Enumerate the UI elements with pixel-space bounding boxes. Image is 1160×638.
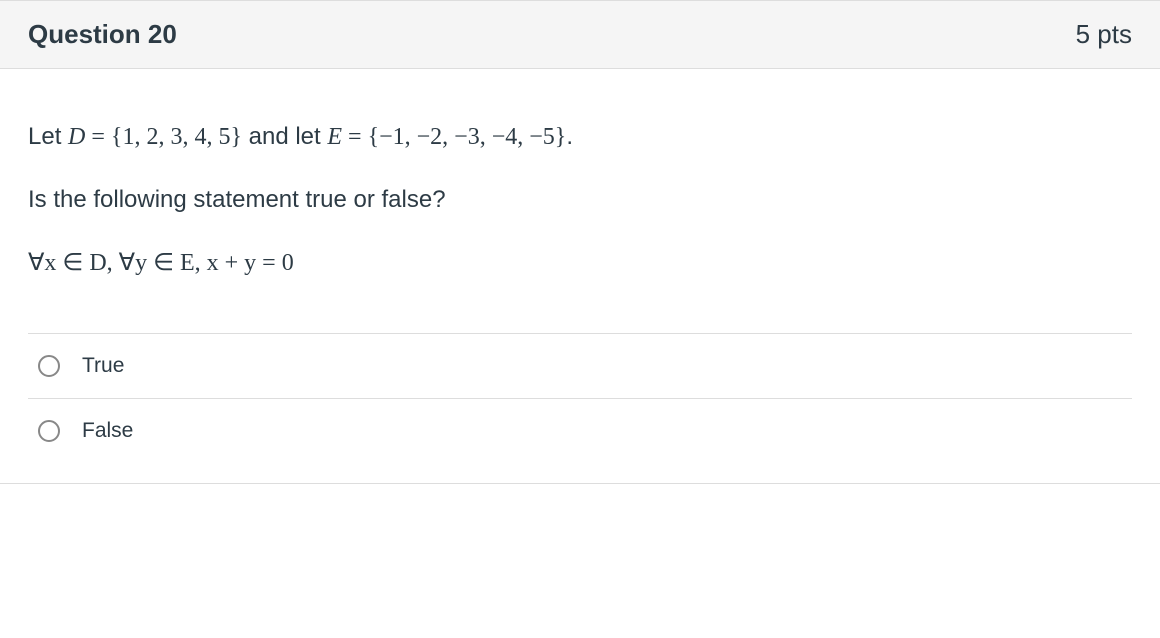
question-container: Question 20 5 pts Let D = {1, 2, 3, 4, 5… (0, 0, 1160, 484)
option-label: False (82, 419, 133, 443)
question-line-3: ∀x ∈ D, ∀y ∈ E, x + y = 0 (28, 243, 1132, 284)
options-list: True False (28, 333, 1132, 463)
option-true[interactable]: True (28, 334, 1132, 399)
question-text: Let D = {1, 2, 3, 4, 5} and let E = {−1,… (28, 117, 1132, 283)
radio-icon (38, 355, 60, 377)
question-line-2: Is the following statement true or false… (28, 180, 1132, 221)
text-period: . (566, 123, 573, 150)
option-label: True (82, 354, 124, 378)
radio-icon (38, 420, 60, 442)
math-eq2: = (342, 124, 368, 150)
math-Eset: {−1, −2, −3, −4, −5} (368, 124, 567, 150)
question-header: Question 20 5 pts (0, 1, 1160, 69)
question-points: 5 pts (1076, 19, 1132, 50)
question-title: Question 20 (28, 19, 177, 50)
option-false[interactable]: False (28, 399, 1132, 463)
text-let: Let (28, 123, 68, 150)
math-statement: ∀x ∈ D, ∀y ∈ E, x + y = 0 (28, 250, 294, 276)
math-eq1: = (85, 124, 111, 150)
math-E: E (327, 124, 342, 150)
math-D: D (68, 124, 85, 150)
text-and: and let (242, 123, 327, 150)
question-line-1: Let D = {1, 2, 3, 4, 5} and let E = {−1,… (28, 117, 1132, 158)
math-Dset: {1, 2, 3, 4, 5} (111, 124, 242, 150)
question-body: Let D = {1, 2, 3, 4, 5} and let E = {−1,… (0, 69, 1160, 483)
